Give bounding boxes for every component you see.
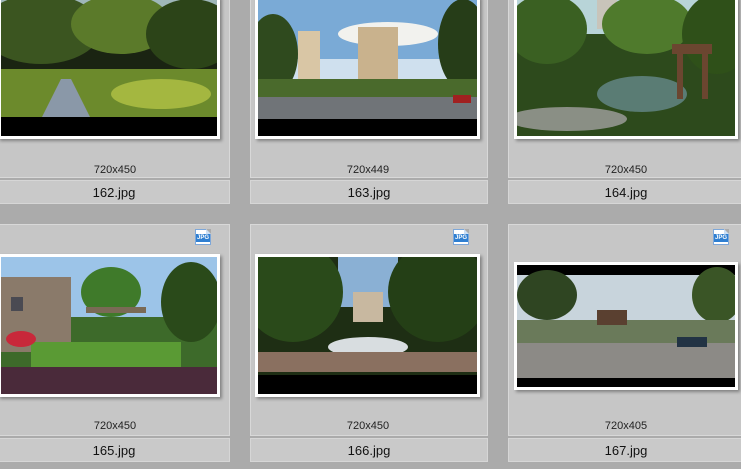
image-preview [517,265,735,387]
image-preview [258,257,477,394]
image-preview [1,257,217,394]
image-preview-frame[interactable] [0,0,220,139]
garden-pond-image [517,0,735,136]
file-name[interactable]: 166.jpg [250,438,488,462]
park-path-image [1,0,217,136]
image-dimensions: 720x405 [604,420,648,432]
image-dimensions: 720x450 [93,164,137,176]
file-name[interactable]: 165.jpg [0,438,230,462]
image-preview [517,0,735,136]
file-name[interactable]: 162.jpg [0,180,230,204]
image-dimensions: 720x450 [346,420,390,432]
villa-garden-image [1,257,217,394]
image-preview-frame[interactable] [514,0,738,139]
image-preview-frame[interactable] [255,254,480,397]
image-dimensions: 720x449 [346,164,390,176]
image-dimensions: 720x450 [604,164,648,176]
courtyard-image [517,265,735,387]
image-preview [1,0,217,136]
file-name[interactable]: 164.jpg [508,180,741,204]
residential-street-image [258,0,477,136]
image-preview [258,0,477,136]
image-preview-frame[interactable] [514,262,738,390]
image-dimensions: 720x450 [93,420,137,432]
jpg-file-icon: JPG [713,229,729,245]
file-name[interactable]: 167.jpg [508,438,741,462]
plaza-fountain-image [258,257,477,394]
file-name[interactable]: 163.jpg [250,180,488,204]
jpg-file-icon: JPG [453,229,469,245]
jpg-file-icon: JPG [195,229,211,245]
image-preview-frame[interactable] [0,254,220,397]
image-preview-frame[interactable] [255,0,480,139]
